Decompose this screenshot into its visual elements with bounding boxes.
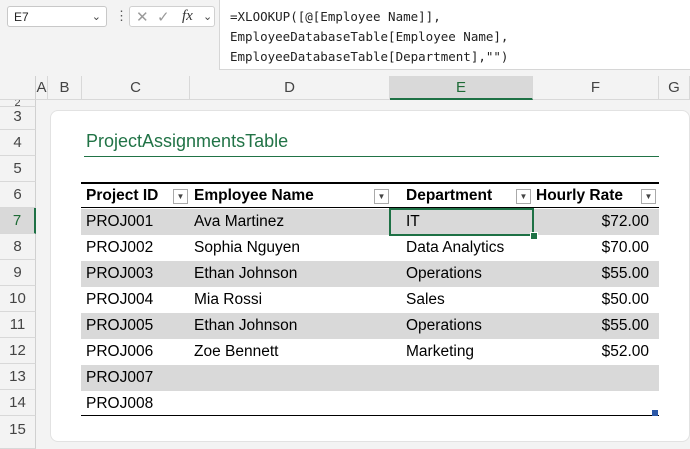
- formula-line: =XLOOKUP([@[Employee Name]],: [230, 9, 441, 24]
- formula-input[interactable]: =XLOOKUP([@[Employee Name]], EmployeeDat…: [219, 0, 690, 70]
- row-header-8[interactable]: 8: [0, 234, 36, 260]
- fill-handle[interactable]: [530, 232, 538, 240]
- formula-line: EmployeeDatabaseTable[Employee Name],: [230, 29, 509, 44]
- cell-hourly-rate[interactable]: $52.00: [533, 339, 649, 365]
- cell-hourly-rate[interactable]: $50.00: [533, 287, 649, 313]
- cancel-icon[interactable]: ✕: [136, 8, 149, 26]
- cell-project-id[interactable]: PROJ001: [86, 209, 153, 235]
- cell-hourly-rate[interactable]: $72.00: [533, 209, 649, 235]
- cell-employee-name[interactable]: Zoe Bennett: [194, 339, 278, 365]
- table-row: PROJ008: [81, 391, 659, 417]
- table-row: PROJ003 Ethan Johnson Operations $55.00: [81, 261, 659, 287]
- cell-project-id[interactable]: PROJ005: [86, 313, 153, 339]
- column-header-d[interactable]: D: [190, 76, 390, 100]
- filter-dropdown-icon[interactable]: ▼: [641, 189, 656, 204]
- cell-employee-name[interactable]: Ava Martinez: [194, 209, 284, 235]
- title-underline: [84, 156, 659, 157]
- check-icon[interactable]: ✓: [157, 8, 170, 26]
- cell-hourly-rate[interactable]: $55.00: [533, 261, 649, 287]
- chevron-down-icon[interactable]: ⌄: [92, 10, 101, 23]
- column-header-e[interactable]: E: [390, 76, 533, 100]
- cell-project-id[interactable]: PROJ006: [86, 339, 153, 365]
- cell-department[interactable]: Operations: [406, 261, 482, 287]
- select-all-corner[interactable]: [0, 76, 36, 100]
- cell-department[interactable]: Operations: [406, 313, 482, 339]
- header-hourly-rate[interactable]: Hourly Rate: [536, 184, 623, 208]
- row-header-5[interactable]: 5: [0, 156, 36, 182]
- row-header-3[interactable]: 3: [0, 107, 36, 130]
- table-resize-handle-icon[interactable]: [652, 410, 658, 416]
- cell-project-id[interactable]: PROJ008: [86, 391, 153, 417]
- row-header-12[interactable]: 12: [0, 338, 36, 364]
- filter-dropdown-icon[interactable]: ▼: [516, 189, 531, 204]
- table-header-row: Project ID ▼ Employee Name ▼ Department …: [81, 184, 659, 208]
- table-bottom-border: [81, 415, 659, 416]
- formula-line: EmployeeDatabaseTable[Department],""): [230, 49, 509, 64]
- name-box[interactable]: E7 ⌄: [7, 6, 107, 27]
- cell-employee-name[interactable]: Ethan Johnson: [194, 313, 297, 339]
- insert-function-icon[interactable]: fx: [182, 8, 193, 25]
- table-row: PROJ006 Zoe Bennett Marketing $52.00: [81, 339, 659, 365]
- row-header-4[interactable]: 4: [0, 130, 36, 156]
- name-box-value: E7: [14, 10, 29, 24]
- header-project-id[interactable]: Project ID: [86, 184, 158, 208]
- formula-bar-area: E7 ⌄ ⋮ ✕ ✓ fx ⌄ =XLOOKUP([@[Employee Nam…: [0, 0, 690, 76]
- column-header-b[interactable]: B: [48, 76, 82, 100]
- header-department[interactable]: Department: [406, 184, 492, 208]
- cell-hourly-rate[interactable]: $70.00: [533, 235, 649, 261]
- cell-department[interactable]: Sales: [406, 287, 445, 313]
- cell-employee-name[interactable]: Sophia Nguyen: [194, 235, 300, 261]
- row-header-15[interactable]: 15: [0, 416, 36, 449]
- filter-dropdown-icon[interactable]: ▼: [173, 189, 188, 204]
- table-row: PROJ004 Mia Rossi Sales $50.00: [81, 287, 659, 313]
- chevron-down-icon[interactable]: ⌄: [203, 10, 212, 23]
- row-header-6[interactable]: 6: [0, 182, 36, 208]
- table-row: PROJ007: [81, 365, 659, 391]
- table-row: PROJ001 Ava Martinez IT $72.00: [81, 209, 659, 235]
- row-header-11[interactable]: 11: [0, 312, 36, 338]
- cell-hourly-rate[interactable]: $55.00: [533, 313, 649, 339]
- cell-employee-name[interactable]: Mia Rossi: [194, 287, 262, 313]
- row-header-2[interactable]: 2: [0, 100, 36, 107]
- column-header-c[interactable]: C: [82, 76, 190, 100]
- table-row: PROJ002 Sophia Nguyen Data Analytics $70…: [81, 235, 659, 261]
- column-header-f[interactable]: F: [533, 76, 659, 100]
- active-cell-border: [389, 208, 534, 236]
- cell-department[interactable]: Data Analytics: [406, 235, 504, 261]
- column-header-a[interactable]: A: [36, 76, 48, 100]
- table-title: ProjectAssignmentsTable: [86, 131, 289, 151]
- more-options-icon[interactable]: ⋮: [115, 8, 128, 24]
- cell-project-id[interactable]: PROJ004: [86, 287, 153, 313]
- cell-department[interactable]: Marketing: [406, 339, 474, 365]
- filter-dropdown-icon[interactable]: ▼: [374, 189, 389, 204]
- cell-project-id[interactable]: PROJ007: [86, 365, 153, 391]
- row-header-14[interactable]: 14: [0, 390, 36, 416]
- header-employee-name[interactable]: Employee Name: [194, 184, 314, 208]
- column-header-g[interactable]: G: [659, 76, 690, 100]
- cell-employee-name[interactable]: Ethan Johnson: [194, 261, 297, 287]
- table-row: PROJ005 Ethan Johnson Operations $55.00: [81, 313, 659, 339]
- cell-project-id[interactable]: PROJ002: [86, 235, 153, 261]
- cell-hourly-rate[interactable]: [533, 365, 649, 391]
- row-header-13[interactable]: 13: [0, 364, 36, 390]
- row-header-7[interactable]: 7: [0, 208, 36, 234]
- row-header-10[interactable]: 10: [0, 286, 36, 312]
- row-header-9[interactable]: 9: [0, 260, 36, 286]
- formula-controls: ✕ ✓ fx ⌄: [129, 6, 215, 27]
- cell-project-id[interactable]: PROJ003: [86, 261, 153, 287]
- cell-hourly-rate[interactable]: [533, 391, 649, 417]
